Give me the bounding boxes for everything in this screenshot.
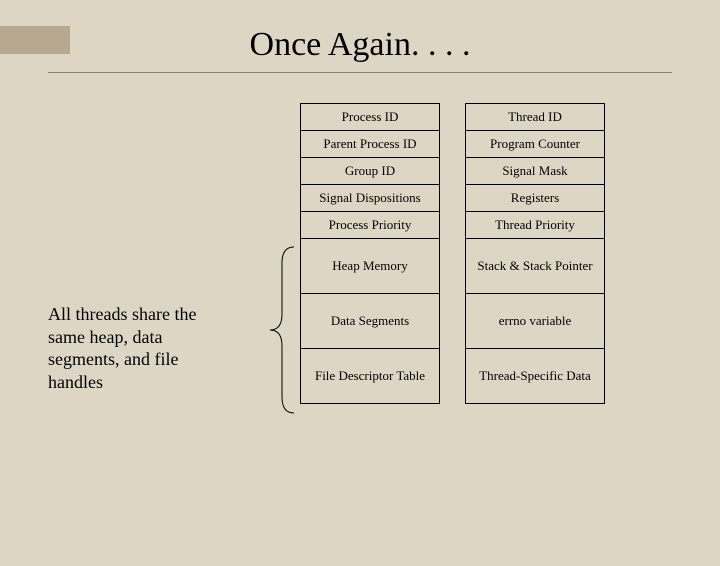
thread-cell: Signal Mask	[465, 157, 605, 185]
decorative-corner	[0, 26, 70, 54]
thread-cell: errno variable	[465, 293, 605, 349]
thread-cell: Thread Priority	[465, 211, 605, 239]
process-cell: Process Priority	[300, 211, 440, 239]
process-cell: Data Segments	[300, 293, 440, 349]
process-cell: Process ID	[300, 103, 440, 131]
slide-title: Once Again. . . .	[0, 26, 720, 64]
thread-cell: Thread ID	[465, 103, 605, 131]
thread-cell: Registers	[465, 184, 605, 212]
thread-cell: Program Counter	[465, 130, 605, 158]
thread-cell: Thread-Specific Data	[465, 348, 605, 404]
thread-cell: Stack & Stack Pointer	[465, 238, 605, 294]
brace-bracket	[270, 247, 294, 413]
process-cell: File Descriptor Table	[300, 348, 440, 404]
thread-column: Thread ID Program Counter Signal Mask Re…	[465, 103, 605, 403]
diagram-area: All threads share the same heap, data se…	[0, 73, 720, 513]
process-cell: Parent Process ID	[300, 130, 440, 158]
process-cell: Group ID	[300, 157, 440, 185]
process-cell: Signal Dispositions	[300, 184, 440, 212]
process-cell: Heap Memory	[300, 238, 440, 294]
process-column: Process ID Parent Process ID Group ID Si…	[300, 103, 440, 403]
annotation-text: All threads share the same heap, data se…	[48, 303, 218, 393]
